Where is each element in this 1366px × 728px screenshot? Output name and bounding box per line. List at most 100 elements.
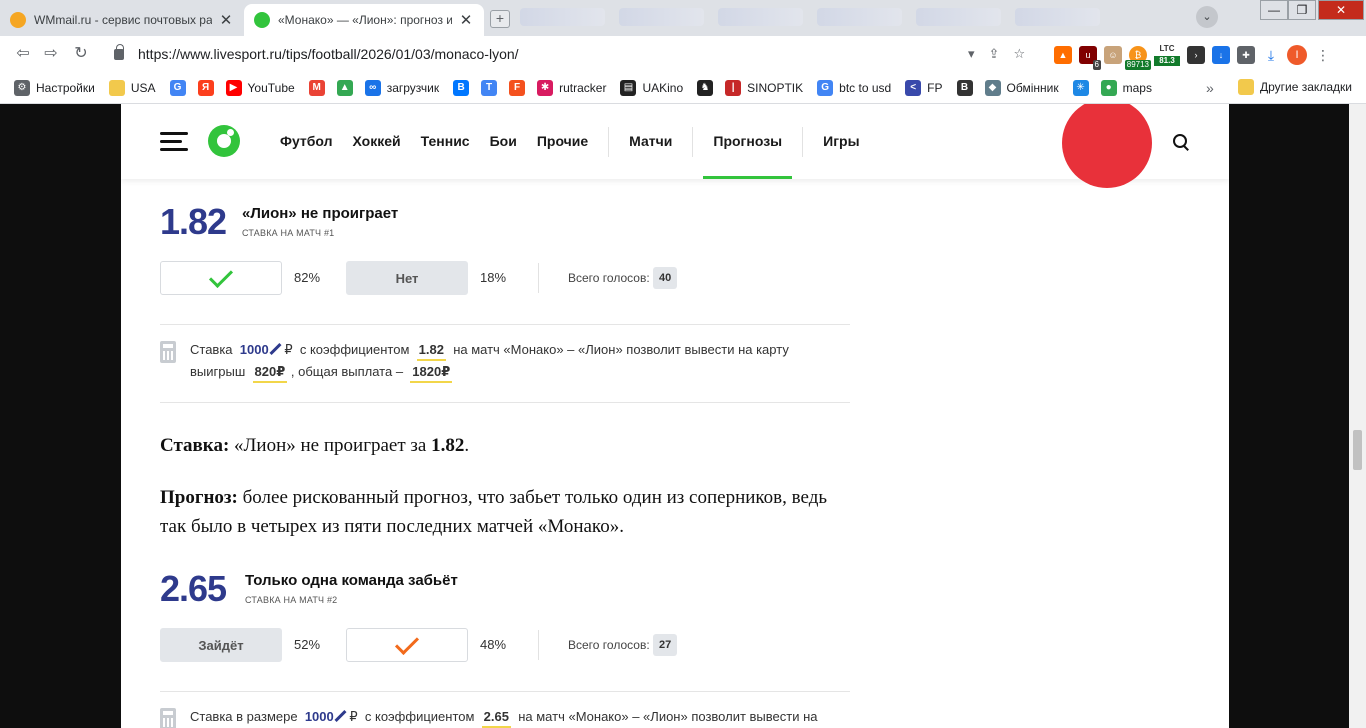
article-paragraph-prediction: Прогноз: более рискованный прогноз, что … bbox=[160, 483, 850, 541]
maximize-button[interactable]: ❐ bbox=[1288, 0, 1316, 20]
tab-search-chevron-down-icon[interactable]: ⌄ bbox=[1196, 6, 1218, 28]
yandex-icon: Я bbox=[197, 79, 214, 96]
calc-text-part: Ставка в размере bbox=[190, 709, 298, 724]
nav-hockey[interactable]: Хоккей bbox=[353, 104, 401, 179]
nav-predictions[interactable]: Прогнозы bbox=[703, 104, 792, 179]
bitcoin-icon[interactable]: ₿ 89713 bbox=[1124, 46, 1151, 70]
calc-text-part: , общая выплата – bbox=[290, 364, 404, 379]
nav-other[interactable]: Прочие bbox=[537, 104, 588, 179]
url-text[interactable]: https://www.livesport.ru/tips/football/2… bbox=[138, 46, 519, 62]
bookmark-item[interactable]: ▤ UAKino bbox=[620, 79, 683, 96]
tab-close-icon[interactable]: ✕ bbox=[458, 11, 474, 29]
tab-placeholder[interactable] bbox=[619, 8, 704, 26]
bookmark-item[interactable]: USA bbox=[108, 79, 156, 96]
search-icon[interactable] bbox=[1173, 134, 1189, 150]
vote-yes-button[interactable]: Зайдёт bbox=[160, 628, 282, 662]
tab-placeholder[interactable] bbox=[916, 8, 1001, 26]
nav-games[interactable]: Игры bbox=[823, 104, 859, 179]
vote-no-button[interactable] bbox=[346, 628, 468, 662]
bookmark-label: загрузчик bbox=[386, 80, 440, 95]
paragraph-label: Прогноз: bbox=[160, 487, 238, 508]
bookmark-item[interactable]: ⚙ Настройки bbox=[14, 79, 95, 96]
puzzle-extensions-icon[interactable]: ✚ bbox=[1237, 46, 1255, 64]
fp-icon: < bbox=[905, 79, 922, 96]
downloads-icon[interactable]: ⤓ bbox=[1262, 46, 1280, 64]
vote-yes-button[interactable] bbox=[160, 261, 282, 295]
vote-no-button[interactable]: Нет bbox=[346, 261, 468, 295]
face-extension-icon[interactable]: ☺ bbox=[1104, 46, 1122, 64]
edit-pencil-icon[interactable] bbox=[269, 343, 281, 355]
livesport-favicon-icon bbox=[254, 12, 270, 28]
nav-divider bbox=[802, 126, 804, 157]
bet-title: «Лион» не проиграет bbox=[242, 205, 399, 222]
tab-placeholder[interactable] bbox=[1015, 8, 1100, 26]
calc-text-part: с коэффициентом bbox=[299, 342, 410, 357]
nav-tennis[interactable]: Теннис bbox=[421, 104, 470, 179]
profile-avatar[interactable]: I bbox=[1287, 45, 1307, 65]
livesport-logo[interactable] bbox=[208, 125, 240, 157]
other-tabs bbox=[520, 8, 1100, 28]
nav-divider bbox=[692, 126, 694, 157]
bookmark-label: USA bbox=[130, 80, 156, 95]
tab-close-icon[interactable]: ✕ bbox=[218, 11, 234, 29]
bookmark-item[interactable]: ✳ bbox=[1072, 79, 1089, 96]
star-bookmark-icon[interactable]: ☆ bbox=[1013, 46, 1025, 62]
checkmark-icon bbox=[394, 630, 420, 655]
bookmark-item[interactable]: F bbox=[509, 79, 526, 96]
ltc-ticker[interactable]: LTC 81.3 bbox=[1154, 44, 1180, 66]
back-arrow-icon[interactable]: ⇦ bbox=[12, 44, 34, 64]
bookmark-item[interactable]: Я bbox=[197, 79, 214, 96]
tab-placeholder[interactable] bbox=[817, 8, 902, 26]
terminal-icon[interactable]: › bbox=[1187, 46, 1205, 64]
nav-matches[interactable]: Матчи bbox=[629, 104, 672, 179]
stake-amount[interactable]: 1000 bbox=[305, 709, 334, 724]
bet-title: Только одна команда забьёт bbox=[245, 572, 458, 589]
stake-amount[interactable]: 1000 bbox=[240, 342, 269, 357]
edit-pencil-icon[interactable] bbox=[334, 710, 346, 722]
vote-yes-percent: 52% bbox=[294, 637, 321, 652]
dropdown-icon[interactable]: ▾ bbox=[968, 46, 975, 62]
bookmark-item[interactable]: B bbox=[956, 79, 973, 96]
close-window-button[interactable]: ✕ bbox=[1318, 0, 1364, 20]
tab-wmmail[interactable]: WMmail.ru - сервис почтовых рассылок ✕ bbox=[0, 4, 244, 36]
bookmark-item[interactable]: ▲ bbox=[336, 79, 353, 96]
bookmark-item[interactable]: B bbox=[453, 79, 470, 96]
thermometer-icon: | bbox=[725, 79, 742, 96]
page-scrollbar[interactable] bbox=[1349, 104, 1366, 728]
bookmark-item[interactable]: ♞ bbox=[697, 79, 714, 96]
bookmark-item[interactable]: ∞ загрузчик bbox=[364, 79, 440, 96]
bookmark-item[interactable]: | SINOPTIK bbox=[725, 79, 803, 96]
tab-title: WMmail.ru - сервис почтовых рассылок bbox=[34, 13, 212, 27]
bookmark-item[interactable]: M bbox=[308, 79, 325, 96]
tab-placeholder[interactable] bbox=[520, 8, 605, 26]
menu-kebab-icon[interactable]: ⋮ bbox=[1314, 46, 1332, 64]
bookmark-item[interactable]: < FP bbox=[905, 79, 943, 96]
fire-extension-icon[interactable]: ▲ bbox=[1054, 46, 1072, 64]
bookmark-item[interactable]: G bbox=[169, 79, 186, 96]
scroll-thumb[interactable] bbox=[1353, 430, 1362, 470]
other-bookmarks-folder[interactable]: Другие закладки bbox=[1238, 79, 1352, 95]
minimize-button[interactable]: — bbox=[1260, 0, 1288, 20]
bookmark-item[interactable]: ▶ YouTube bbox=[225, 79, 295, 96]
new-tab-button[interactable]: + bbox=[490, 10, 510, 28]
tab-livesport[interactable]: «Монако» — «Лион»: прогноз и ставка ✕ bbox=[244, 4, 484, 36]
bookmark-item[interactable]: Gbtc to usd bbox=[817, 79, 891, 96]
bookmark-item[interactable]: T bbox=[481, 79, 498, 96]
hamburger-menu-icon[interactable] bbox=[160, 132, 188, 151]
ublock-icon[interactable]: u6 bbox=[1079, 46, 1101, 70]
address-bar[interactable]: https://www.livesport.ru/tips/football/2… bbox=[104, 41, 1004, 67]
bookmark-item[interactable]: ◆ Обмінник bbox=[984, 79, 1059, 96]
download-ext-icon[interactable]: ↓ bbox=[1212, 46, 1230, 64]
tab-placeholder[interactable] bbox=[718, 8, 803, 26]
share-icon[interactable]: ⇪ bbox=[989, 46, 1000, 62]
bookmark-item[interactable]: ✱ rutracker bbox=[537, 79, 606, 96]
bookmarks-overflow-button[interactable]: » bbox=[1206, 80, 1214, 96]
reload-icon[interactable]: ↻ bbox=[70, 44, 92, 64]
nav-football[interactable]: Футбол bbox=[280, 104, 333, 179]
nav-fights[interactable]: Бои bbox=[490, 104, 517, 179]
lock-icon[interactable] bbox=[114, 43, 124, 60]
bookmark-item[interactable]: ● maps bbox=[1100, 79, 1152, 96]
forward-arrow-icon[interactable]: ⇨ bbox=[40, 44, 62, 64]
exchange-icon: ◆ bbox=[984, 79, 1001, 96]
divider bbox=[160, 402, 850, 403]
